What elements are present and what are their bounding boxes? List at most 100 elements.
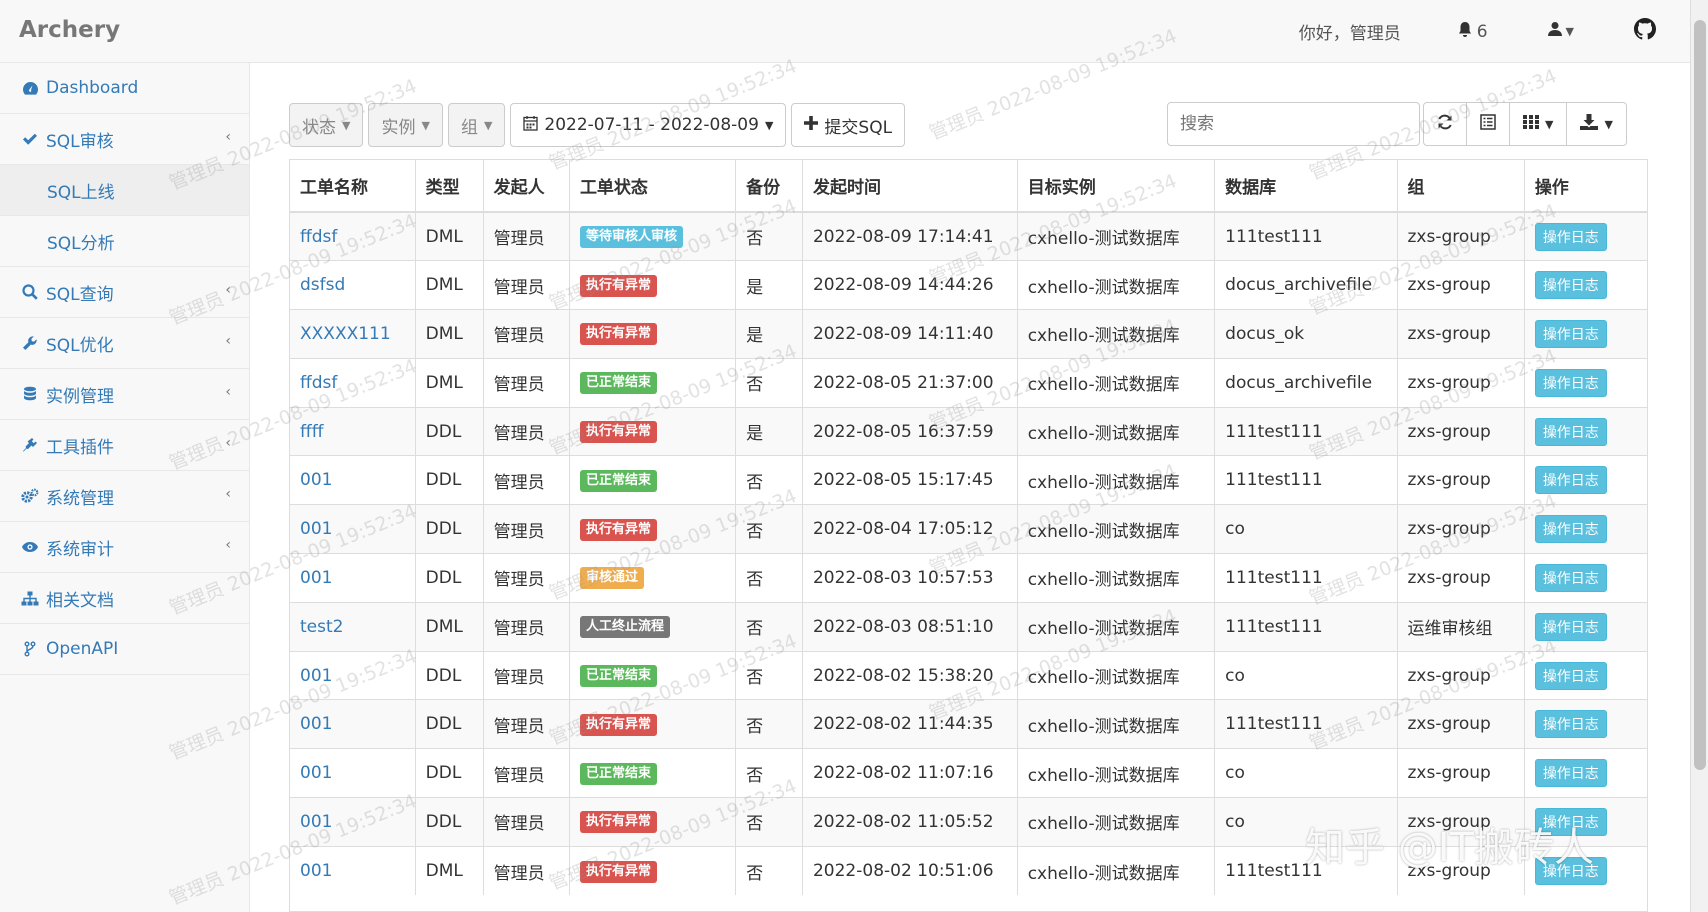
sidebar: Dashboard SQL审核 ‹ SQL上线 SQL分析 SQL查询 ‹ SQ… <box>0 63 250 912</box>
table-row: ffdsf DML 管理员 已正常结束 否 2022-08-05 21:37:00 cxhe… <box>290 357 1647 408</box>
operation-log-button[interactable]: 操作日志 <box>1534 759 1607 788</box>
user-menu-button[interactable]: ▼ <box>1530 0 1592 63</box>
github-button[interactable] <box>1616 0 1674 63</box>
operation-log-button[interactable]: 操作日志 <box>1534 319 1607 348</box>
cell-name: XXXXX111 <box>290 309 416 359</box>
cell-instance: cxhello-测试数据库 <box>1017 504 1216 554</box>
cell-db: co <box>1214 504 1398 554</box>
workflow-link[interactable]: ffdsf <box>300 227 337 247</box>
toggle-view-button[interactable] <box>1466 102 1510 146</box>
cell-time: 2022-08-02 11:05:52 <box>802 797 1018 847</box>
database-icon <box>20 386 40 402</box>
status-filter-dropdown[interactable]: 状态 ▼ <box>289 103 364 147</box>
sidebar-item-openapi[interactable]: OpenAPI <box>0 624 249 675</box>
operation-log-button[interactable]: 操作日志 <box>1534 515 1607 544</box>
sidebar-item-tools[interactable]: 工具插件 ‹ <box>0 420 249 471</box>
operation-log-button[interactable]: 操作日志 <box>1534 222 1607 251</box>
notifications-button[interactable]: 6 <box>1439 0 1506 63</box>
workflow-link[interactable]: XXXXX111 <box>300 324 391 344</box>
scrollbar-thumb[interactable] <box>1694 20 1706 770</box>
sidebar-item-sql-optimize[interactable]: SQL优化 ‹ <box>0 318 249 369</box>
workflow-link[interactable]: 001 <box>300 812 332 832</box>
status-badge: 审核通过 <box>579 567 644 590</box>
column-header[interactable]: 目标实例 <box>1017 160 1216 213</box>
cell-db: 111test111 <box>1214 601 1398 652</box>
column-header[interactable]: 工单名称 <box>290 160 416 213</box>
cell-status: 人工终止流程 <box>569 601 737 652</box>
workflow-link[interactable]: 001 <box>300 470 332 490</box>
status-badge: 等待审核人审核 <box>579 226 683 249</box>
cell-group: zxs-group <box>1397 650 1525 700</box>
cell-backup: 是 <box>735 309 803 359</box>
sidebar-item-docs[interactable]: 相关文档 <box>0 573 249 624</box>
cell-instance: cxhello-测试数据库 <box>1017 260 1216 310</box>
workflow-link[interactable]: 001 <box>300 666 332 686</box>
sidebar-item-instance-manage[interactable]: 实例管理 ‹ <box>0 369 249 420</box>
page-scrollbar[interactable] <box>1690 0 1708 912</box>
cell-instance: cxhello-测试数据库 <box>1017 601 1216 652</box>
operation-log-button[interactable]: 操作日志 <box>1534 368 1607 397</box>
cell-time: 2022-08-09 14:44:26 <box>802 260 1018 310</box>
cell-status: 执行有异常 <box>569 309 737 359</box>
cell-backup: 否 <box>735 455 803 505</box>
cell-status: 执行有异常 <box>569 699 737 749</box>
cell-instance: cxhello-测试数据库 <box>1017 211 1216 261</box>
workflow-link[interactable]: 001 <box>300 861 332 881</box>
column-header[interactable]: 组 <box>1397 160 1525 213</box>
column-header[interactable]: 操作 <box>1524 160 1647 213</box>
column-header[interactable]: 类型 <box>415 160 484 213</box>
sidebar-item-dashboard[interactable]: Dashboard <box>0 63 249 114</box>
cell-backup: 否 <box>735 211 803 261</box>
refresh-button[interactable] <box>1423 102 1467 146</box>
sidebar-item-sql-review[interactable]: SQL审核 ‹ <box>0 114 249 165</box>
column-header[interactable]: 发起时间 <box>802 160 1018 213</box>
submit-sql-button[interactable]: 提交SQL <box>791 103 906 147</box>
operation-log-button[interactable]: 操作日志 <box>1534 612 1607 641</box>
date-range-picker[interactable]: 2022-07-11 - 2022-08-09 ▼ <box>510 103 787 147</box>
export-button[interactable]: ▼ <box>1566 102 1627 146</box>
cell-group: zxs-group <box>1397 260 1525 310</box>
chevron-down-icon: ▼ <box>1565 25 1574 38</box>
cell-name: ffdsf <box>290 211 416 261</box>
workflow-link[interactable]: test2 <box>300 617 343 637</box>
operation-log-button[interactable]: 操作日志 <box>1534 661 1607 690</box>
operation-log-button[interactable]: 操作日志 <box>1534 466 1607 495</box>
cell-time: 2022-08-04 17:05:12 <box>802 504 1018 554</box>
instance-filter-dropdown[interactable]: 实例 ▼ <box>368 103 443 147</box>
column-header[interactable]: 发起人 <box>483 160 570 213</box>
workflow-link[interactable]: 001 <box>300 763 332 783</box>
status-badge: 已正常结束 <box>579 665 657 688</box>
cell-name: 001 <box>290 650 416 700</box>
sidebar-item-sql-analysis[interactable]: SQL分析 <box>0 216 249 267</box>
cell-time: 2022-08-03 08:51:10 <box>802 601 1018 652</box>
search-input[interactable] <box>1167 102 1420 146</box>
user-icon <box>1547 21 1562 42</box>
cell-time: 2022-08-02 10:51:06 <box>802 845 1018 896</box>
workflow-link[interactable]: 001 <box>300 568 332 588</box>
workflow-link[interactable]: ffff <box>300 422 323 442</box>
workflow-link[interactable]: 001 <box>300 714 332 734</box>
sidebar-item-label: 系统管理 <box>46 488 114 509</box>
workflow-link[interactable]: dsfsd <box>300 275 345 295</box>
sidebar-item-label: SQL上线 <box>47 182 115 203</box>
cell-name: 001 <box>290 797 416 847</box>
workflow-link[interactable]: ffdsf <box>300 373 337 393</box>
operation-log-button[interactable]: 操作日志 <box>1534 710 1607 739</box>
column-header[interactable]: 备份 <box>735 160 803 213</box>
group-filter-dropdown[interactable]: 组 ▼ <box>447 103 506 147</box>
sidebar-item-system-manage[interactable]: 系统管理 ‹ <box>0 471 249 522</box>
operation-log-button[interactable]: 操作日志 <box>1534 417 1607 446</box>
operation-log-button[interactable]: 操作日志 <box>1534 271 1607 300</box>
column-header[interactable]: 工单状态 <box>569 160 737 213</box>
sidebar-item-system-audit[interactable]: 系统审计 ‹ <box>0 522 249 573</box>
sidebar-item-sql-online[interactable]: SQL上线 <box>0 165 249 216</box>
columns-button[interactable]: ▼ <box>1509 102 1568 146</box>
operation-log-button[interactable]: 操作日志 <box>1534 563 1607 592</box>
sidebar-item-sql-query[interactable]: SQL查询 ‹ <box>0 267 249 318</box>
cell-status: 审核通过 <box>569 553 737 603</box>
workflow-link[interactable]: 001 <box>300 519 332 539</box>
cell-instance: cxhello-测试数据库 <box>1017 553 1216 603</box>
column-header[interactable]: 数据库 <box>1214 160 1398 213</box>
cell-action: 操作日志 <box>1524 309 1647 359</box>
app-brand[interactable]: Archery <box>19 17 120 43</box>
